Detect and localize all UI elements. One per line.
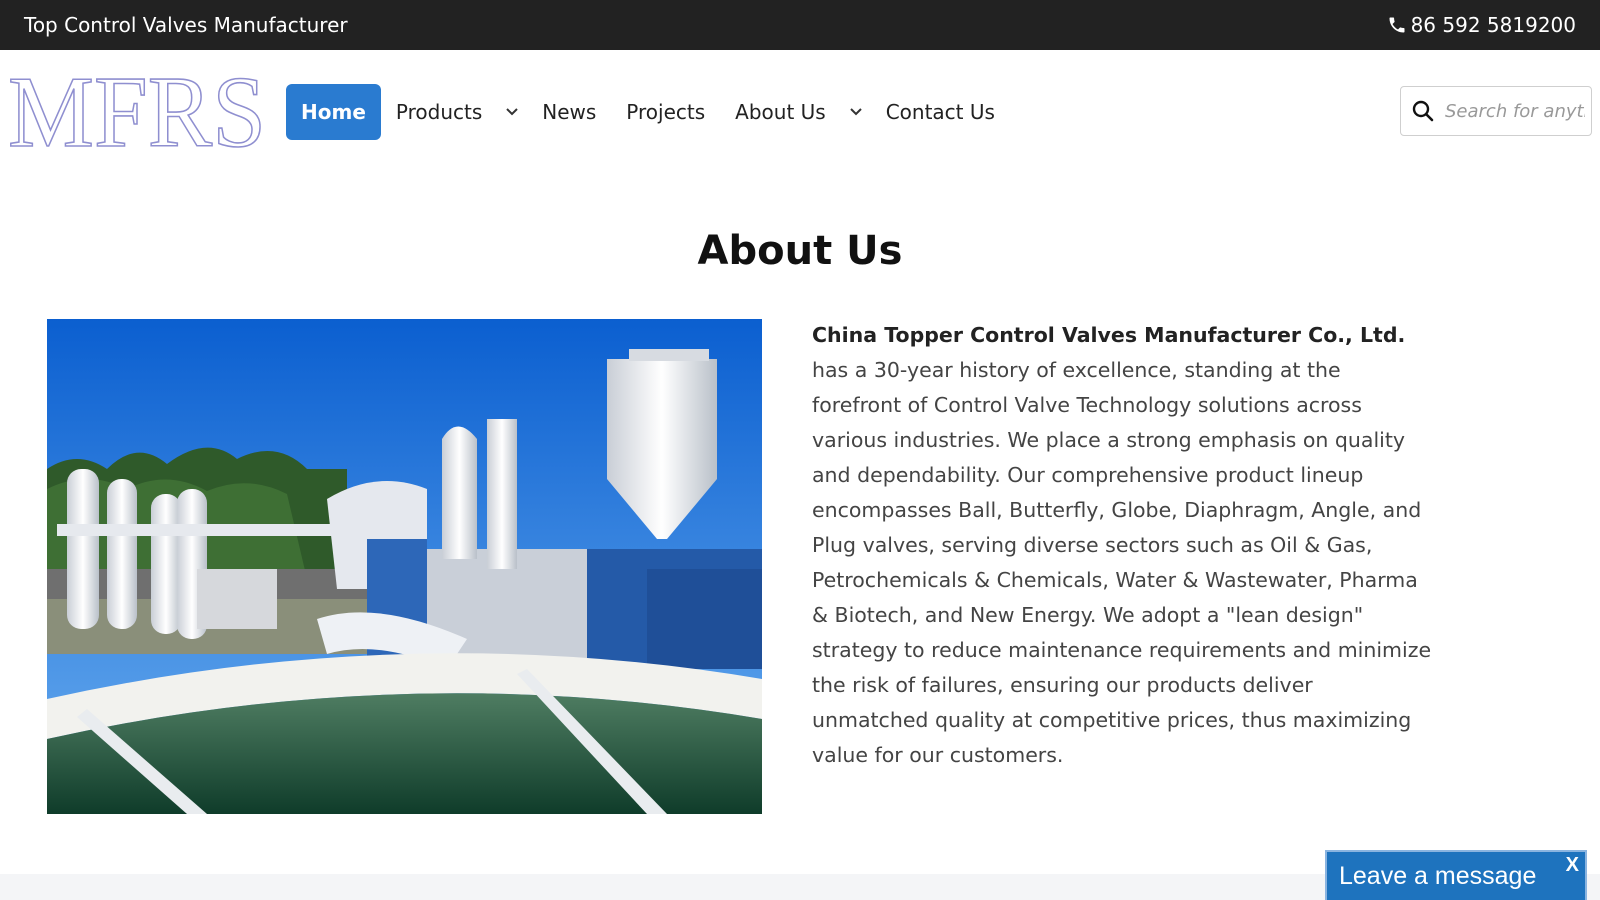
company-name: China Topper Control Valves Manufacturer… bbox=[812, 323, 1406, 347]
search-input[interactable] bbox=[1445, 100, 1585, 122]
leave-message-widget[interactable]: Leave a message X bbox=[1325, 850, 1587, 900]
nav-products[interactable]: Products bbox=[381, 84, 497, 140]
main-navigation: MFRS Home Products News Projects About U… bbox=[0, 50, 1600, 174]
page-title: About Us bbox=[697, 228, 903, 274]
site-tagline: Top Control Valves Manufacturer bbox=[24, 13, 348, 37]
top-bar: Top Control Valves Manufacturer 86 592 5… bbox=[0, 0, 1600, 50]
phone-icon bbox=[1387, 15, 1407, 35]
close-icon[interactable]: X bbox=[1566, 854, 1579, 877]
about-body: has a 30-year history of excellence, sta… bbox=[812, 358, 1432, 767]
phone-contact[interactable]: 86 592 5819200 bbox=[1387, 13, 1576, 37]
about-description: China Topper Control Valves Manufacturer… bbox=[812, 318, 1434, 773]
search-box bbox=[1400, 86, 1592, 136]
chevron-down-icon[interactable] bbox=[497, 84, 527, 140]
nav-news[interactable]: News bbox=[527, 84, 611, 140]
nav-about[interactable]: About Us bbox=[720, 84, 841, 140]
chevron-down-icon[interactable] bbox=[841, 84, 871, 140]
leave-message-label[interactable]: Leave a message bbox=[1339, 862, 1536, 891]
search-icon[interactable] bbox=[1401, 87, 1445, 135]
nav-menu: Home Products News Projects About Us Con… bbox=[286, 84, 1010, 140]
facility-photo bbox=[47, 319, 762, 814]
nav-contact[interactable]: Contact Us bbox=[871, 84, 1010, 140]
nav-projects[interactable]: Projects bbox=[611, 84, 720, 140]
phone-number: 86 592 5819200 bbox=[1410, 13, 1576, 37]
site-logo[interactable]: MFRS bbox=[8, 64, 270, 154]
svg-text:MFRS: MFRS bbox=[8, 64, 266, 154]
nav-home[interactable]: Home bbox=[286, 84, 381, 140]
